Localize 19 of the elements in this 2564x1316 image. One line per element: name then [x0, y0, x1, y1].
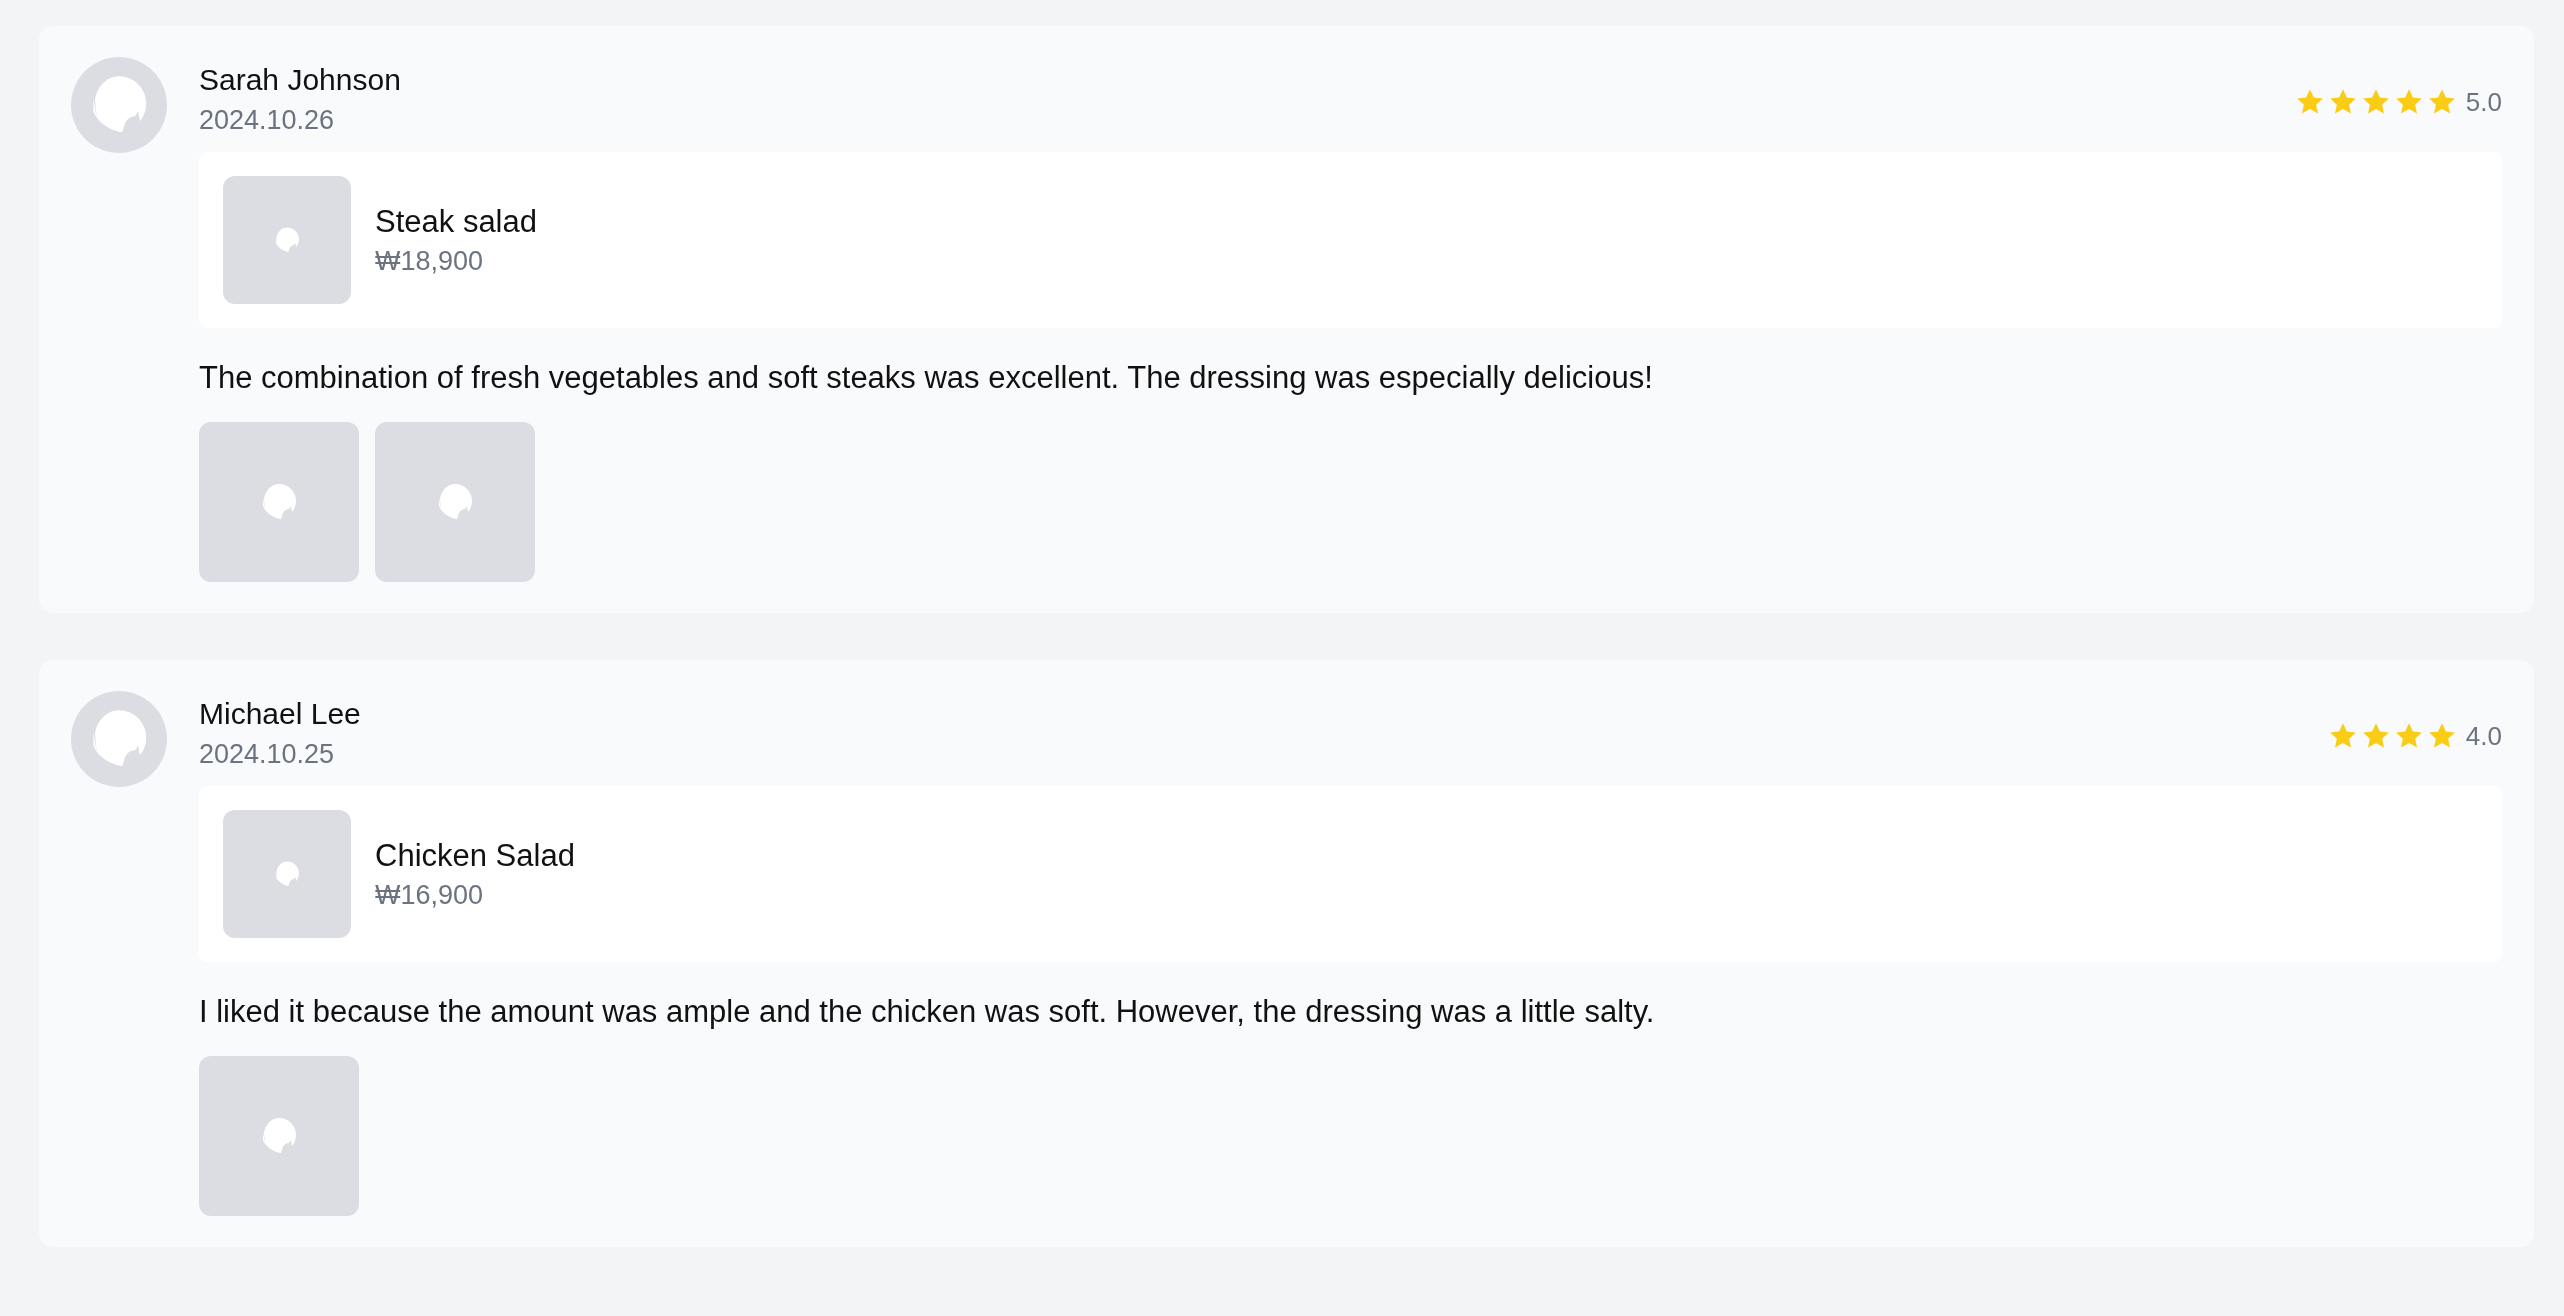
product-name: Steak salad: [375, 203, 537, 240]
review-date: 2024.10.25: [199, 738, 336, 770]
product-card[interactable]: Steak salad ₩18,900: [199, 152, 2502, 328]
product-name: Chicken Salad: [375, 837, 575, 874]
product-price: ₩16,900: [375, 879, 485, 911]
review-text: I liked it because the amount was ample and the chicken was soft. However, the dressing was a little salty.: [199, 993, 1656, 1031]
placeholder-icon: [273, 860, 301, 888]
review-photo[interactable]: [199, 422, 359, 582]
rating-value: 4.0: [2465, 720, 2502, 752]
review-date: 2024.10.26: [199, 104, 336, 136]
reviewer-name: Sarah Johnson: [199, 62, 401, 98]
review-photo[interactable]: [375, 422, 535, 582]
product-card[interactable]: Chicken Salad ₩16,900: [199, 786, 2502, 962]
reviewer-name: Michael Lee: [199, 696, 361, 732]
review-text: The combination of fresh vegetables and soft steaks was excellent. The dressing was especially delicious!: [199, 359, 1654, 397]
rating-value: 5.0: [2465, 86, 2502, 118]
review-photo[interactable]: [199, 1056, 359, 1216]
placeholder-icon: [273, 226, 301, 254]
product-price: ₩18,900: [375, 245, 485, 277]
